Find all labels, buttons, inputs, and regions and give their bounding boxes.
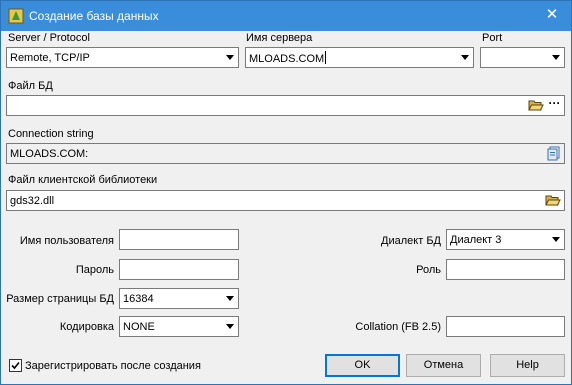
connection-string-field[interactable]: MLOADS.COM: xyxy=(6,143,565,164)
more-options-button[interactable]: ··· xyxy=(546,97,563,114)
folder-open-icon[interactable] xyxy=(527,97,544,114)
client-lib-label: Файл клиентской библиотеки xyxy=(8,174,158,186)
app-logo-icon xyxy=(8,8,24,24)
page-size-label: Размер страницы БД xyxy=(6,293,114,305)
server-value: MLOADS.COM xyxy=(249,53,325,65)
help-button[interactable]: Help xyxy=(490,354,565,377)
window-title: Создание базы данных xyxy=(29,9,159,23)
port-label: Port xyxy=(482,32,503,44)
cancel-button[interactable]: Отмена xyxy=(406,354,481,377)
close-icon: ✕ xyxy=(545,6,559,23)
page-size-select[interactable]: 16384 xyxy=(119,288,239,309)
chevron-down-icon[interactable] xyxy=(457,48,473,67)
server-combobox[interactable]: MLOADS.COM xyxy=(245,47,474,68)
dialect-select[interactable]: Диалект 3 xyxy=(446,229,565,250)
connection-label: Connection string xyxy=(8,128,94,140)
chevron-down-icon[interactable] xyxy=(222,289,238,308)
register-label[interactable]: Зарегистрировать после создания xyxy=(25,359,201,373)
server-label: Имя сервера xyxy=(246,32,313,44)
collation-input[interactable] xyxy=(446,316,565,337)
client-lib-value: gds32.dll xyxy=(10,195,55,207)
title-bar: Создание базы данных ✕ xyxy=(1,1,571,31)
chevron-down-icon[interactable] xyxy=(548,230,564,249)
password-input[interactable] xyxy=(119,259,239,280)
role-label: Роль xyxy=(416,264,441,276)
protocol-select[interactable]: Remote, TCP/IP xyxy=(6,47,239,68)
close-button[interactable]: ✕ xyxy=(539,4,565,26)
chevron-down-icon[interactable] xyxy=(548,48,564,67)
register-checkbox[interactable] xyxy=(9,359,22,372)
collation-label: Collation (FB 2.5) xyxy=(355,321,441,333)
charset-value: NONE xyxy=(123,321,155,333)
db-file-label: Файл БД xyxy=(8,80,53,92)
page-size-value: 16384 xyxy=(123,293,154,305)
chevron-down-icon[interactable] xyxy=(222,317,238,336)
checkmark-icon xyxy=(11,361,20,370)
dialect-value: Диалект 3 xyxy=(450,234,502,246)
charset-label: Кодировка xyxy=(59,321,114,333)
charset-select[interactable]: NONE xyxy=(119,316,239,337)
folder-open-icon[interactable] xyxy=(544,192,561,209)
protocol-value: Remote, TCP/IP xyxy=(10,52,90,64)
port-combobox[interactable] xyxy=(480,47,565,68)
protocol-label: Server / Protocol xyxy=(8,32,90,44)
copy-icon[interactable] xyxy=(545,145,562,162)
chevron-down-icon[interactable] xyxy=(222,48,238,67)
ok-button[interactable]: OK xyxy=(325,354,400,377)
connection-value: MLOADS.COM: xyxy=(10,148,89,160)
text-caret xyxy=(325,51,327,64)
password-label: Пароль xyxy=(75,264,114,276)
dialect-label: Диалект БД xyxy=(381,235,441,247)
user-input[interactable] xyxy=(119,229,239,250)
create-database-dialog: Создание базы данных ✕ Server / Protocol… xyxy=(0,0,572,385)
client-lib-input[interactable]: gds32.dll xyxy=(6,190,565,211)
db-file-input[interactable]: ··· xyxy=(6,95,565,116)
role-input[interactable] xyxy=(446,259,565,280)
user-label: Имя пользователя xyxy=(19,235,114,247)
